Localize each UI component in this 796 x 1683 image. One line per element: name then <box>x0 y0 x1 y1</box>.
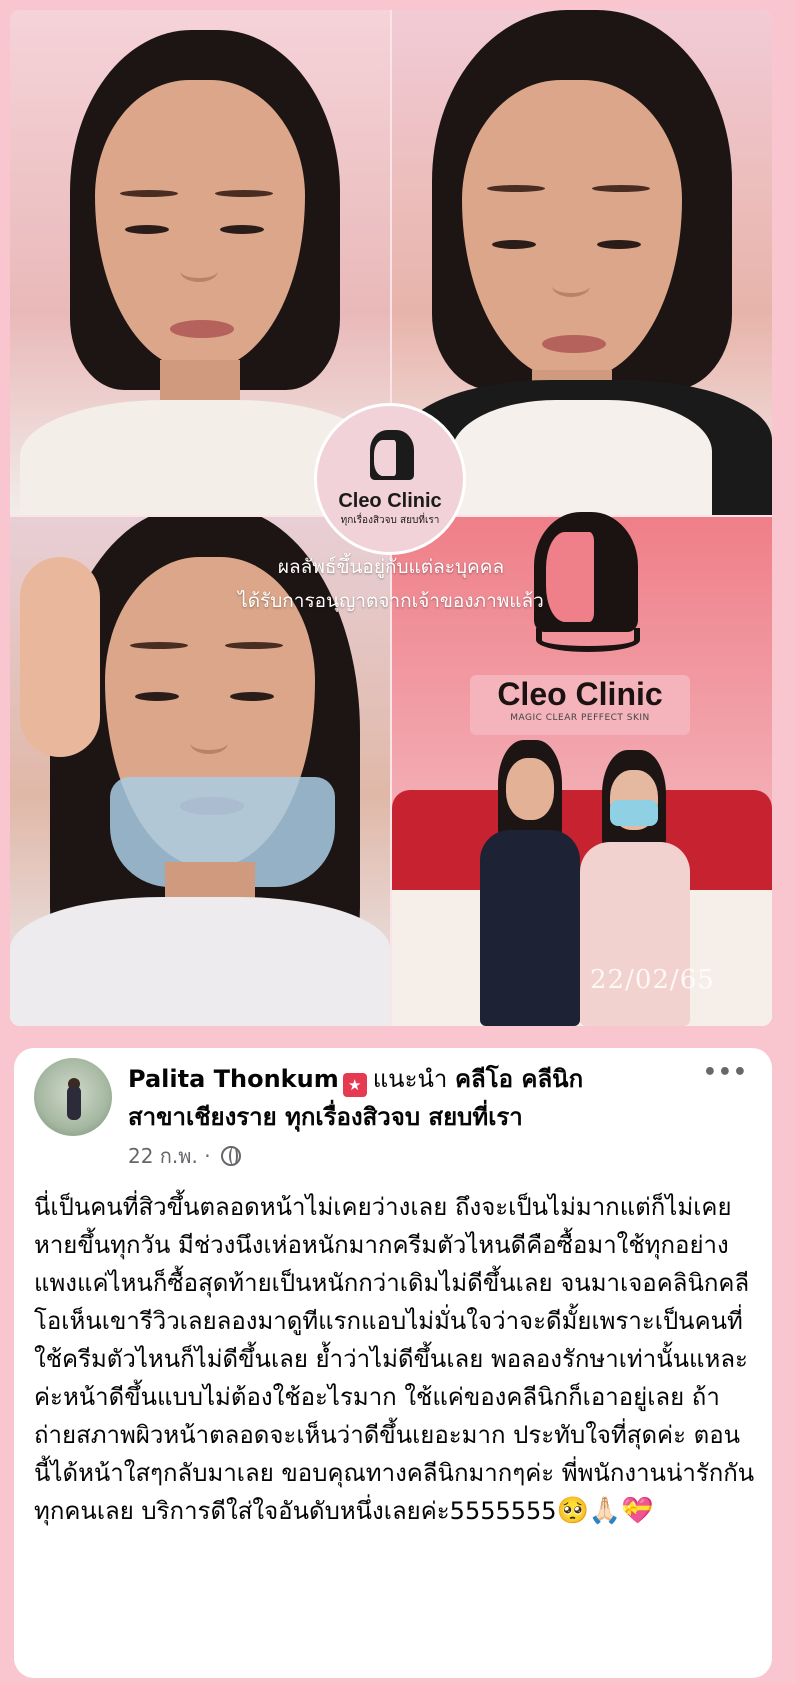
cleo-head-icon <box>360 430 420 488</box>
recommend-star-icon: ★ <box>342 1073 367 1097</box>
staff-person <box>480 740 580 1026</box>
recommends-label: แนะนำ <box>372 1065 448 1093</box>
post-meta: 22 ก.พ. · <box>128 1140 241 1172</box>
cleo-clinic-logo: Cleo Clinic ทุกเรื่องสิวจบ สยบที่เรา <box>314 403 466 555</box>
page-name-link[interactable]: คลีโอ คลีนิก <box>455 1065 583 1093</box>
more-options-button[interactable]: ••• <box>703 1060 748 1085</box>
globe-icon <box>220 1146 241 1166</box>
wall-brand-sign: Cleo Clinic MAGIC CLEAR PEFFECT SKIN <box>470 675 690 735</box>
emoji-reactions: 🥺🙏🏻💝 <box>556 1496 654 1526</box>
post-header: Palita Thonkum ★ แนะนำ คลีโอ คลีนิก <box>128 1062 668 1097</box>
page-name-line-2[interactable]: สาขาเชียงราย ทุกเรื่องสิวจบ สยบที่เรา <box>128 1100 688 1134</box>
disclaimer-line-2: ได้รับการอนุญาตจากเจ้าของภาพแล้ว <box>238 590 544 612</box>
date-stamp: 22/02/65 <box>590 965 715 995</box>
author-name[interactable]: Palita Thonkum <box>128 1065 339 1093</box>
before-after-collage: Cleo Clinic MAGIC CLEAR PEFFECT SKIN Cle… <box>10 10 772 1026</box>
post-body: นี่เป็นคนที่สิวขึ้นตลอดหน้าไม่เคยว่างเลย… <box>34 1193 755 1526</box>
avatar[interactable] <box>34 1058 112 1136</box>
review-post-card: Palita Thonkum ★ แนะนำ คลีโอ คลีนิก สาขาเช… <box>14 1048 772 1678</box>
post-date[interactable]: 22 ก.พ. <box>128 1144 198 1168</box>
disclaimer-line-1: ผลลัพธ์ขึ้นอยู่กับแต่ละบุคคล <box>277 556 505 578</box>
